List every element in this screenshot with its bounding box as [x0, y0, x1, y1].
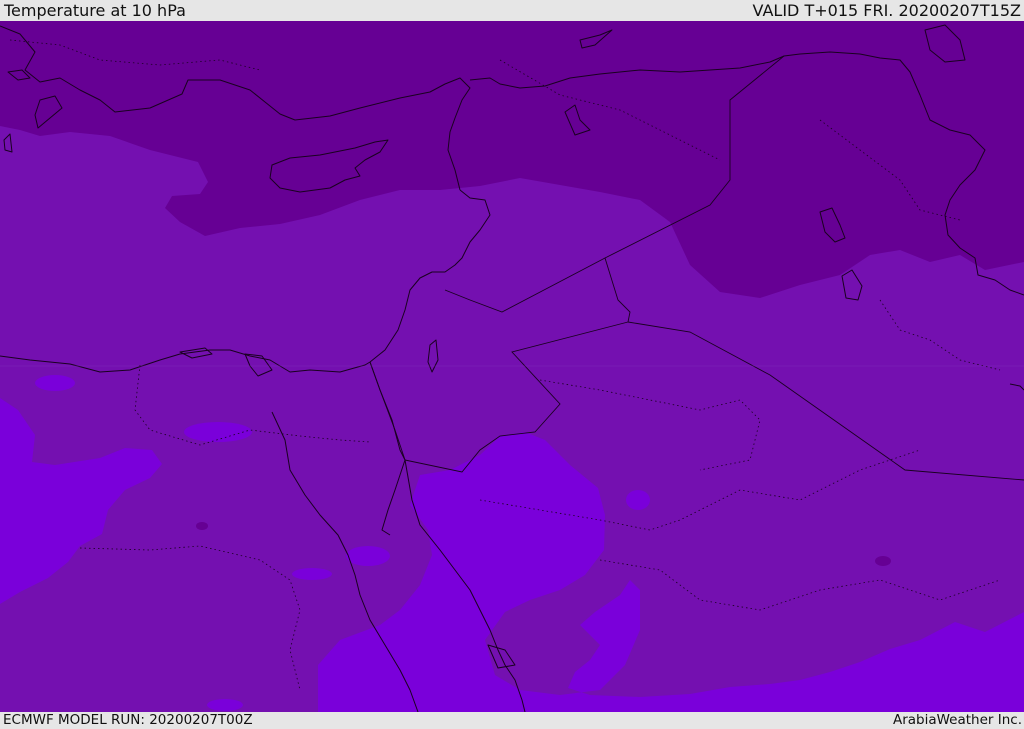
model-run: ECMWF MODEL RUN: 20200207T00Z — [3, 712, 253, 728]
map-footer: ECMWF MODEL RUN: 20200207T00Z ArabiaWeat… — [0, 712, 1024, 729]
temperature-spot-dark — [196, 522, 208, 530]
temperature-spot — [20, 478, 44, 494]
temperature-spot — [207, 699, 243, 711]
weather-map[interactable] — [0, 21, 1024, 712]
temperature-spot — [535, 472, 555, 486]
temperature-spot — [292, 568, 332, 580]
temperature-spot — [626, 490, 650, 510]
temperature-spot — [346, 546, 390, 566]
temperature-spot — [184, 422, 252, 442]
temperature-map-svg — [0, 21, 1024, 712]
map-header: Temperature at 10 hPa VALID T+015 FRI. 2… — [0, 0, 1024, 21]
credit: ArabiaWeather Inc. — [892, 712, 1022, 728]
map-title: Temperature at 10 hPa — [4, 1, 186, 20]
temperature-spot-dark — [875, 556, 891, 566]
valid-time: VALID T+015 FRI. 20200207T15Z — [752, 1, 1021, 20]
temperature-spot — [35, 375, 75, 391]
